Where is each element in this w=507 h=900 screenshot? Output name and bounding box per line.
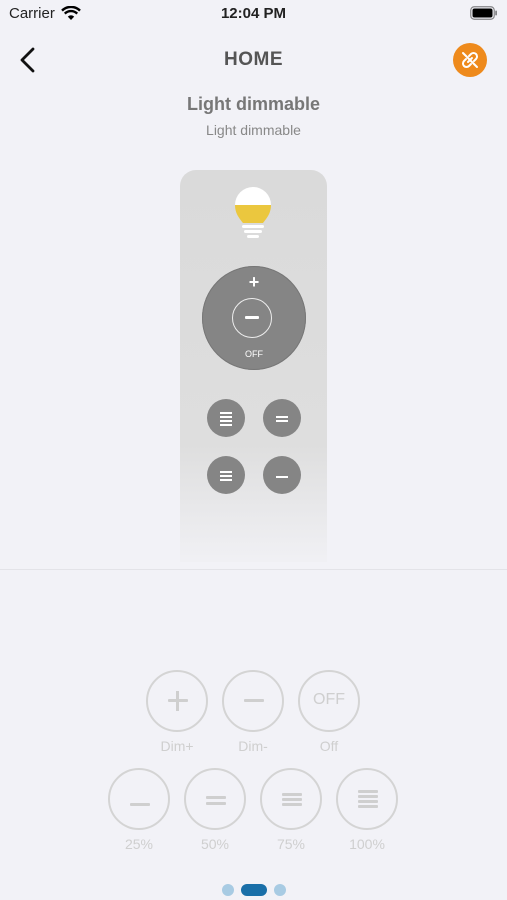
unlink-icon xyxy=(461,51,479,69)
remote-minus-button[interactable] xyxy=(232,298,272,338)
level-75-label: 75% xyxy=(276,836,306,852)
level-25-label: 25% xyxy=(124,836,154,852)
remote-25-button[interactable] xyxy=(263,456,301,494)
device-subtitle: Light dimmable xyxy=(206,122,301,138)
level-25-button[interactable] xyxy=(108,768,170,830)
page-dot-3[interactable] xyxy=(274,884,286,896)
status-time: 12:04 PM xyxy=(220,5,287,22)
off-icon-text: OFF xyxy=(313,691,345,708)
three-bars-icon xyxy=(282,793,302,796)
page-dot-2-active[interactable] xyxy=(241,884,267,896)
device-title: Light dimmable xyxy=(186,94,320,114)
minus-icon xyxy=(244,699,264,702)
dim-minus-button[interactable] xyxy=(222,670,284,732)
level-75-button[interactable] xyxy=(260,768,322,830)
four-bars-icon xyxy=(358,790,378,793)
level-100-label: 100% xyxy=(349,836,385,852)
dim-minus-label: Dim- xyxy=(238,738,268,754)
level-50-button[interactable] xyxy=(184,768,246,830)
minus-icon xyxy=(245,316,259,319)
status-bar: Carrier 12:04 PM xyxy=(0,0,507,28)
one-bar-icon xyxy=(130,803,150,806)
level-50-label: 50% xyxy=(200,836,230,852)
remote-plus-button[interactable]: + xyxy=(245,272,263,292)
remote-off-button[interactable]: OFF xyxy=(232,349,276,359)
dim-plus-button[interactable] xyxy=(146,670,208,732)
battery-icon xyxy=(470,6,497,20)
page-title: HOME xyxy=(224,49,283,70)
dim-plus-label: Dim+ xyxy=(160,738,194,754)
remote-50-button[interactable] xyxy=(263,399,301,437)
level-100-button[interactable] xyxy=(336,768,398,830)
two-bars-icon xyxy=(206,796,226,799)
off-button[interactable]: OFF xyxy=(298,670,360,732)
unlink-button[interactable] xyxy=(453,43,487,77)
three-bars-icon xyxy=(220,471,232,473)
light-bulb-icon xyxy=(235,187,271,238)
one-bar-icon xyxy=(276,476,288,478)
remote-75-button[interactable] xyxy=(207,456,245,494)
page-dot-1[interactable] xyxy=(222,884,234,896)
off-label: Off xyxy=(319,738,339,754)
remote-100-button[interactable] xyxy=(207,399,245,437)
section-divider xyxy=(0,569,507,570)
two-bars-icon xyxy=(276,416,288,418)
four-bars-icon xyxy=(220,412,232,414)
